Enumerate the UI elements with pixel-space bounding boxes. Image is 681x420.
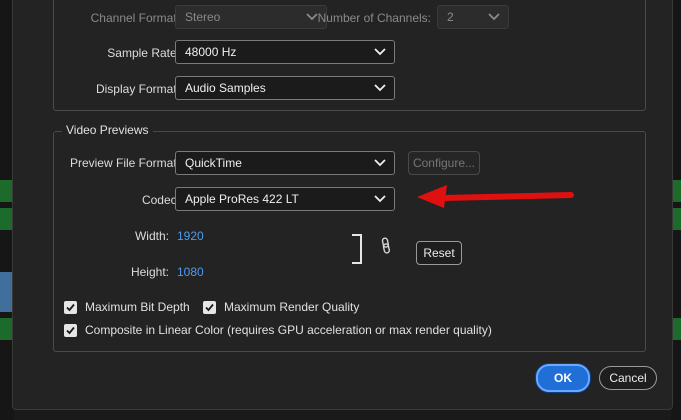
preview-file-format-value: QuickTime [185,156,242,170]
codec-value: Apple ProRes 422 LT [185,192,299,206]
display-format-label: Display Format: [95,82,180,96]
ok-button[interactable]: OK [536,364,590,392]
sample-rate-value: 48000 Hz [185,45,237,59]
composite-linear-checkbox[interactable] [64,324,77,337]
composite-linear-label: Composite in Linear Color (requires GPU … [85,323,492,337]
sample-rate-select[interactable]: 48000 Hz [175,40,395,64]
checkmark-icon [66,303,75,312]
max-bit-depth-checkbox[interactable] [64,301,77,314]
sequence-settings-dialog: Channel Format: Stereo Number of Channel… [12,0,673,410]
aspect-bracket-icon [352,234,362,264]
chevron-down-icon [374,195,386,203]
chevron-down-icon [374,159,386,167]
num-channels-select[interactable]: 2 [437,5,509,29]
height-value[interactable]: 1080 [177,265,204,279]
num-channels-value: 2 [447,10,454,24]
max-render-quality-checkbox[interactable] [203,301,216,314]
checkmark-icon [205,303,214,312]
channel-format-value: Stereo [185,10,221,24]
channel-format-label: Channel Format: [90,11,180,25]
chevron-down-icon [374,48,386,56]
width-label: Width: [134,229,169,243]
num-channels-label: Number of Channels: [317,11,431,25]
channel-format-select[interactable]: Stereo [175,5,327,29]
link-icon[interactable] [380,237,392,255]
chevron-down-icon [374,84,386,92]
cancel-button[interactable]: Cancel [599,366,657,390]
codec-select[interactable]: Apple ProRes 422 LT [175,187,395,211]
preview-file-format-label: Preview File Format: [69,156,180,170]
codec-label: Codec: [141,193,180,207]
annotation-arrow-icon [417,185,574,208]
preview-file-format-select[interactable]: QuickTime [175,151,395,175]
video-previews-title: Video Previews [62,123,153,137]
display-format-value: Audio Samples [185,81,266,95]
checkmark-icon [66,326,75,335]
max-render-quality-label: Maximum Render Quality [224,300,360,314]
display-format-select[interactable]: Audio Samples [175,76,395,100]
max-bit-depth-label: Maximum Bit Depth [85,300,190,314]
sample-rate-label: Sample Rate: [107,46,180,60]
configure-button[interactable]: Configure... [408,151,480,175]
chevron-down-icon [488,13,500,21]
height-label: Height: [130,265,169,279]
width-value[interactable]: 1920 [177,229,204,243]
reset-button[interactable]: Reset [416,241,462,265]
